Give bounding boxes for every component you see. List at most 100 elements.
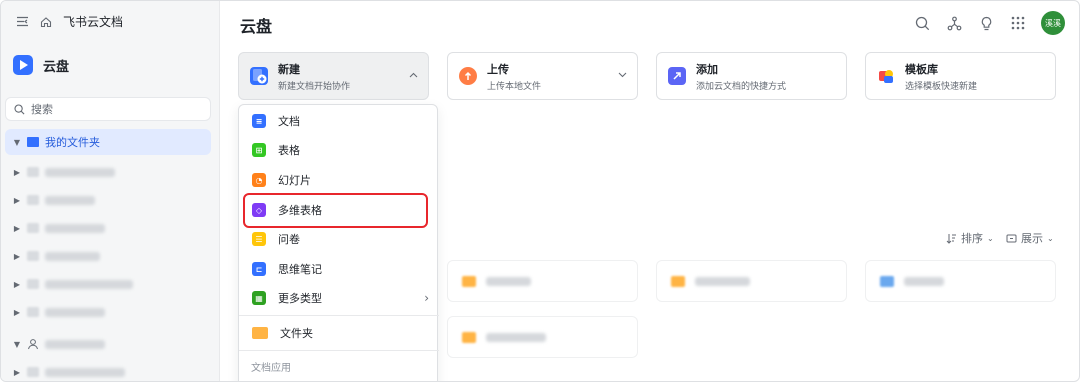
folder-icon bbox=[252, 327, 268, 339]
chevron-down-icon: ⌄ bbox=[987, 233, 994, 243]
menu-item-slides[interactable]: ◔ 幻灯片 bbox=[239, 166, 439, 194]
avatar[interactable]: 溪溪 bbox=[1041, 11, 1065, 35]
card-subtitle: 上传本地文件 bbox=[487, 81, 542, 92]
file-card[interactable] bbox=[447, 260, 638, 302]
sidebar-app[interactable]: 云盘 bbox=[13, 55, 69, 75]
home-icon[interactable] bbox=[39, 15, 53, 29]
blurred-label bbox=[904, 276, 944, 286]
sidebar-search[interactable] bbox=[5, 97, 211, 121]
folder-icon bbox=[671, 275, 685, 287]
upload-cloud-icon bbox=[459, 67, 477, 85]
sidebar-item-blurred[interactable]: ▶ bbox=[5, 271, 211, 297]
card-title: 新建 bbox=[278, 62, 300, 76]
menu-item-sheet[interactable]: ⊞ 表格 bbox=[239, 136, 439, 164]
sidebar-item-blurred[interactable]: ▶ bbox=[5, 215, 211, 241]
menu-item-label: 问卷 bbox=[278, 233, 300, 246]
sidebar-item-blurred[interactable]: ▶ bbox=[5, 159, 211, 185]
header-actions: 溪溪 bbox=[913, 11, 1065, 35]
template-icon bbox=[877, 67, 895, 85]
caret-right-icon[interactable]: ▶ bbox=[13, 196, 21, 205]
file-card[interactable] bbox=[865, 260, 1056, 302]
lightbulb-icon[interactable] bbox=[977, 14, 995, 32]
app-name: 云盘 bbox=[43, 59, 70, 75]
caret-right-icon[interactable]: ▶ bbox=[13, 308, 21, 317]
file-card[interactable] bbox=[656, 260, 847, 302]
highlight-box bbox=[243, 193, 428, 228]
folder-icon bbox=[27, 167, 39, 177]
caret-right-icon[interactable]: ▶ bbox=[13, 252, 21, 261]
slides-icon: ◔ bbox=[252, 173, 266, 187]
sidebar-item-blurred[interactable]: ▶ bbox=[5, 299, 211, 325]
more-types-icon: ▦ bbox=[252, 291, 266, 305]
sidebar-item-blurred[interactable]: ▶ bbox=[5, 243, 211, 269]
card-title: 添加 bbox=[696, 62, 718, 76]
card-title: 上传 bbox=[487, 62, 509, 76]
folder-icon bbox=[27, 223, 39, 233]
file-card[interactable] bbox=[447, 316, 638, 358]
share-network-icon[interactable] bbox=[945, 14, 963, 32]
sidebar-item-blurred[interactable]: ▶ bbox=[5, 359, 211, 381]
folder-icon bbox=[27, 279, 39, 289]
search-icon[interactable] bbox=[913, 14, 931, 32]
menu-item-label: 表格 bbox=[278, 144, 300, 157]
menu-item-label: 思维笔记 bbox=[278, 263, 322, 276]
menu-item-folder[interactable]: 文件夹 bbox=[239, 319, 439, 347]
menu-item-form[interactable]: ☰ 问卷 bbox=[239, 225, 439, 253]
add-shortcut-card[interactable]: 添加 添加云文档的快捷方式 bbox=[656, 52, 847, 100]
view-icon bbox=[1006, 234, 1017, 242]
blurred-label bbox=[45, 223, 105, 233]
card-text: 新建 新建文档开始协作 bbox=[278, 61, 350, 92]
sidebar-item-blurred[interactable]: ▶ bbox=[5, 187, 211, 213]
sheet-icon: ⊞ bbox=[252, 143, 266, 157]
caret-down-icon[interactable]: ▼ bbox=[13, 340, 21, 349]
caret-right-icon[interactable]: ▶ bbox=[13, 168, 21, 177]
card-text: 模板库 选择模板快速新建 bbox=[905, 61, 977, 92]
menu-item-label: 文件夹 bbox=[280, 327, 313, 340]
blurred-label bbox=[486, 332, 546, 342]
caret-right-icon[interactable]: ▶ bbox=[13, 368, 21, 377]
search-input[interactable] bbox=[31, 102, 191, 116]
card-title: 模板库 bbox=[905, 62, 938, 76]
blurred-label bbox=[45, 195, 95, 205]
brand-name[interactable]: 飞书云文档 bbox=[63, 13, 123, 30]
template-library-card[interactable]: 模板库 选择模板快速新建 bbox=[865, 52, 1056, 100]
chevron-down-icon: ⌄ bbox=[1047, 233, 1054, 243]
new-card[interactable]: 新建 新建文档开始协作 bbox=[238, 52, 429, 100]
view-mode-button[interactable]: 展示 ⌄ bbox=[1006, 230, 1054, 246]
form-icon: ☰ bbox=[252, 232, 266, 246]
app-window: 飞书云文档 云盘 ▼ 我的文件夹 ▶ ▶ ▶ bbox=[0, 0, 1080, 382]
upload-card[interactable]: 上传 上传本地文件 bbox=[447, 52, 638, 100]
app-grid-icon[interactable] bbox=[1009, 14, 1027, 32]
blurred-label bbox=[486, 276, 531, 286]
card-subtitle: 新建文档开始协作 bbox=[278, 81, 351, 92]
chevron-up-icon bbox=[409, 70, 418, 81]
new-dropdown-menu: ≡ 文档 ⊞ 表格 ◔ 幻灯片 ◇ 多维表格 ☰ 问卷 ⊏ 思维笔记 ▦ 更多类… bbox=[238, 104, 439, 381]
sort-label: 排序 bbox=[961, 232, 983, 245]
sort-button[interactable]: 排序 ⌄ bbox=[946, 230, 994, 246]
caret-right-icon[interactable]: ▶ bbox=[13, 280, 21, 289]
sidebar-item-shared[interactable]: ▼ bbox=[5, 331, 211, 357]
page-title: 云盘 bbox=[240, 17, 273, 36]
blurred-label bbox=[45, 339, 105, 349]
menu-item-mindnote[interactable]: ⊏ 思维笔记 bbox=[239, 255, 439, 283]
chevron-down-icon[interactable] bbox=[618, 70, 627, 81]
sidebar-item-my-folder[interactable]: ▼ 我的文件夹 bbox=[5, 129, 211, 155]
divider bbox=[239, 350, 439, 351]
folder-icon bbox=[27, 137, 39, 147]
folder-icon bbox=[27, 195, 39, 205]
caret-right-icon[interactable]: ▶ bbox=[13, 224, 21, 233]
blurred-label bbox=[45, 167, 115, 177]
caret-down-icon[interactable]: ▼ bbox=[13, 138, 21, 147]
card-subtitle: 添加云文档的快捷方式 bbox=[696, 81, 787, 92]
new-doc-icon bbox=[250, 67, 268, 85]
folder-icon bbox=[880, 275, 894, 287]
card-subtitle: 选择模板快速新建 bbox=[905, 81, 978, 92]
menu-item-doc[interactable]: ≡ 文档 bbox=[239, 107, 439, 135]
doc-icon: ≡ bbox=[252, 114, 266, 128]
card-text: 上传 上传本地文件 bbox=[487, 61, 541, 92]
blurred-label bbox=[45, 279, 133, 289]
collapse-sidebar-icon[interactable] bbox=[15, 15, 29, 29]
blurred-label bbox=[695, 276, 750, 286]
blurred-label bbox=[45, 307, 105, 317]
menu-item-more-types[interactable]: ▦ 更多类型 › bbox=[239, 284, 439, 312]
